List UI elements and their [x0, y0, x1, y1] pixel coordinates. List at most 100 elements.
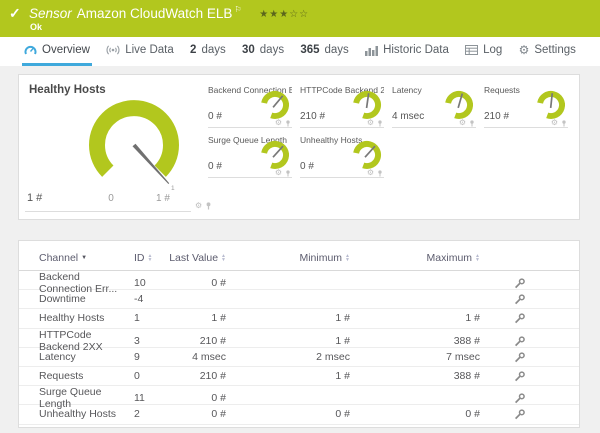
- column-header-channel[interactable]: Channel ▼: [39, 252, 134, 264]
- stars-empty: ☆☆: [289, 9, 309, 20]
- channel-id: 11: [134, 392, 166, 404]
- last-value: 1 #: [166, 312, 226, 324]
- table-row: Latency 9 4 msec 2 msec 7 msec: [19, 348, 579, 367]
- pin-icon[interactable]: [377, 170, 383, 177]
- gauge-httpcode-backend-2xx[interactable]: HTTPCode Backend 2... 210 # ⚙: [300, 85, 384, 131]
- channel-name: Requests: [39, 370, 134, 382]
- tab-unit: days: [201, 44, 225, 56]
- pin-icon[interactable]: [377, 120, 383, 127]
- gauge-unhealthy-hosts[interactable]: Unhealthy Hosts 0 # ⚙: [300, 135, 384, 181]
- tab-number: 2: [190, 44, 196, 56]
- table-row: Downtime -4: [19, 290, 579, 309]
- column-header-maximum[interactable]: Maximum ▲▼: [350, 252, 480, 264]
- tab-30-days[interactable]: 30 days: [240, 37, 286, 66]
- wrench-icon[interactable]: [514, 293, 526, 305]
- gear-icon[interactable]: ⚙: [367, 119, 374, 127]
- divider: [392, 127, 476, 128]
- gauge-requests[interactable]: Requests 210 # ⚙: [484, 85, 568, 131]
- gear-icon[interactable]: ⚙: [459, 119, 466, 127]
- gauge-current-value: 210 #: [484, 111, 509, 122]
- last-value: 4 msec: [166, 351, 226, 363]
- wrench-icon[interactable]: [514, 392, 526, 404]
- small-gauge-dial: [534, 88, 568, 122]
- gauge-current-value: 4 msec: [392, 111, 424, 122]
- gear-icon[interactable]: ⚙: [551, 119, 558, 127]
- tab-log[interactable]: Log: [463, 37, 504, 66]
- small-gauge-dial: [258, 88, 292, 122]
- tab-2-days[interactable]: 2 days: [188, 37, 228, 66]
- tab-live-data[interactable]: Live Data: [104, 37, 176, 66]
- pin-icon[interactable]: [561, 120, 567, 127]
- gauge-current-value: 1 #: [27, 192, 42, 204]
- gauge-backend-connection-errors[interactable]: Backend Connection E... 0 # ⚙: [208, 85, 292, 131]
- gauge-current-value: 210 #: [300, 111, 325, 122]
- column-header-label: Last Value: [169, 252, 218, 264]
- gear-icon[interactable]: ⚙: [275, 169, 282, 177]
- tab-overview[interactable]: Overview: [22, 37, 92, 66]
- last-value: 210 #: [166, 335, 226, 347]
- maximum-value: 7 msec: [350, 351, 480, 363]
- gauge-latency[interactable]: Latency 4 msec ⚙: [392, 85, 476, 131]
- pin-icon[interactable]: [469, 120, 475, 127]
- column-header-minimum[interactable]: Minimum ▲▼: [226, 252, 350, 264]
- priority-stars[interactable]: ★★★☆☆: [259, 9, 309, 20]
- wrench-icon[interactable]: [514, 408, 526, 420]
- wrench-icon[interactable]: [514, 351, 526, 363]
- gauge-needle: [365, 146, 375, 157]
- bar-chart-icon: [365, 45, 378, 56]
- gauge-current-value: 0 #: [208, 161, 222, 172]
- gauge-healthy-hosts[interactable]: Healthy Hosts 1 0 1 # 1 # ⚙: [19, 75, 207, 221]
- pin-icon[interactable]: [285, 120, 291, 127]
- log-table-icon: [465, 45, 478, 55]
- tab-historic-data[interactable]: Historic Data: [363, 37, 451, 66]
- last-value: 210 #: [166, 370, 226, 382]
- gear-icon[interactable]: ⚙: [195, 202, 202, 210]
- table-header-row: Channel ▼ ID ▲▼ Last Value ▲▼ Minimum ▲▼…: [19, 245, 579, 271]
- wrench-icon[interactable]: [514, 312, 526, 324]
- channel-id: 2: [134, 408, 166, 420]
- gear-icon[interactable]: ⚙: [275, 119, 282, 127]
- small-gauge-dial: [258, 138, 292, 172]
- status-badge: Ok: [30, 22, 42, 32]
- wrench-icon[interactable]: [514, 277, 526, 289]
- last-value: 0 #: [166, 277, 226, 289]
- main-gauge-dial: 1 0 1 #: [59, 83, 209, 209]
- divider: [208, 177, 292, 178]
- maximum-value: 1 #: [350, 312, 480, 324]
- page-title: Amazon CloudWatch ELB: [77, 6, 233, 21]
- gauge-tick-label: 1: [171, 185, 175, 192]
- minimum-value: 1 #: [226, 335, 350, 347]
- tab-label: Overview: [42, 44, 90, 56]
- sensor-kind-label: Sensor: [29, 6, 72, 21]
- wrench-icon[interactable]: [514, 370, 526, 382]
- maximum-value: 0 #: [350, 408, 480, 420]
- divider: [25, 211, 191, 212]
- channel-name: Latency: [39, 351, 134, 363]
- tab-365-days[interactable]: 365 days: [298, 37, 350, 66]
- tab-bar: Overview Live Data 2 days 30 days 365 da…: [0, 37, 600, 66]
- channel-name: Surge Queue Length: [39, 386, 134, 410]
- tab-unit: days: [325, 44, 349, 56]
- column-header-id[interactable]: ID ▲▼: [134, 252, 166, 264]
- channel-id: 3: [134, 335, 166, 347]
- sort-icon: ▲▼: [148, 254, 153, 262]
- tab-label: Log: [483, 44, 502, 56]
- gauges-panel: Healthy Hosts 1 0 1 # 1 # ⚙ Backend Conn…: [18, 74, 580, 220]
- channel-id: 1: [134, 312, 166, 324]
- divider: [208, 127, 292, 128]
- small-gauge-dial: [350, 88, 384, 122]
- column-header-last-value[interactable]: Last Value ▲▼: [166, 252, 226, 264]
- pin-icon[interactable]: [285, 170, 291, 177]
- gauge-max-label: 1 #: [156, 193, 170, 204]
- overview-gauge-icon: [24, 44, 37, 56]
- gear-icon[interactable]: ⚙: [367, 169, 374, 177]
- channel-name: Healthy Hosts: [39, 312, 134, 324]
- settings-gear-icon: ⚙: [519, 44, 530, 56]
- pin-icon[interactable]: [205, 202, 212, 210]
- gauge-surge-queue-length[interactable]: Surge Queue Length 0 # ⚙: [208, 135, 292, 181]
- tab-label: Live Data: [125, 44, 174, 56]
- wrench-icon[interactable]: [514, 335, 526, 347]
- table-row: Unhealthy Hosts 2 0 # 0 # 0 #: [19, 405, 579, 424]
- tab-settings[interactable]: ⚙ Settings: [517, 37, 578, 66]
- sensor-header: ✓ SensorAmazon CloudWatch ELB⚐ ★★★☆☆ Ok: [0, 0, 600, 37]
